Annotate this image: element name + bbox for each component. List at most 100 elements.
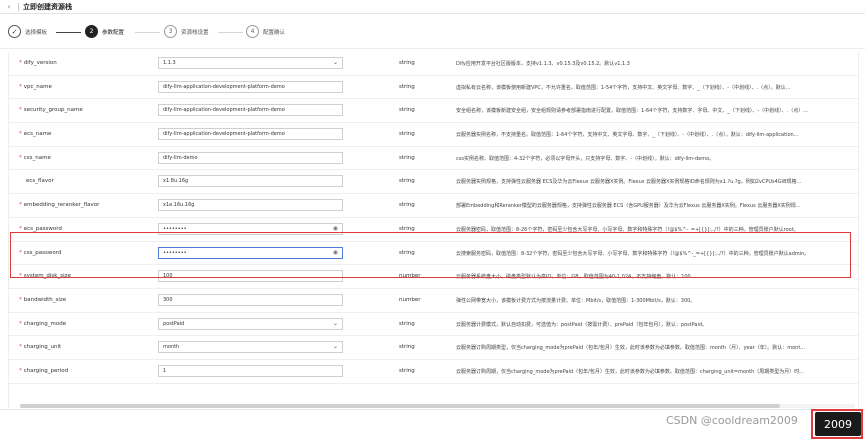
param-name-text: ecs_password	[23, 225, 62, 232]
param-name: * css_password	[19, 250, 61, 256]
param-row-charging-mode: * charging_mode postPaid ⌄ string 云服务器计费模式，默认…	[9, 313, 858, 337]
required-asterisk: *	[19, 367, 22, 374]
chevron-down-icon[interactable]: ⌄	[333, 319, 338, 329]
param-name: * bandwidth_size	[19, 297, 66, 303]
required-asterisk: *	[19, 131, 22, 138]
param-input[interactable]: 1	[158, 364, 343, 377]
param-input[interactable]: dify-llm-application-development-platfor…	[158, 128, 343, 141]
param-name-text: system_disk_size	[23, 273, 71, 280]
param-type: string	[399, 131, 415, 138]
param-name: * ecs_name	[19, 131, 51, 137]
step-confirm[interactable]: 4 配置确认	[246, 25, 285, 38]
param-type: string	[399, 249, 415, 256]
horizontal-scrollbar[interactable]	[20, 404, 855, 408]
required-asterisk: *	[19, 320, 22, 327]
param-input[interactable]: dify-llm-application-development-platfor…	[158, 80, 343, 93]
param-value: dify-llm-application-development-platfor…	[163, 107, 285, 114]
param-value: x1.8u.16g	[163, 178, 189, 185]
param-value: ••••••••	[163, 225, 187, 232]
param-input[interactable]: x1e.16u.16g	[158, 199, 343, 212]
param-password-input[interactable]: •••••••• ◉	[158, 222, 343, 235]
step-label: 资源栈设置	[181, 29, 209, 36]
param-type: string	[399, 83, 415, 90]
required-asterisk: *	[19, 225, 22, 232]
param-name-text: dify_version	[23, 60, 57, 66]
param-name-text: vpc_name	[23, 83, 52, 90]
step-label: 选择模板	[25, 29, 48, 36]
param-value: x1e.16u.16g	[163, 202, 195, 209]
parameter-table: * dify_version 1.1.3 ⌄ string Dify应用开发平台社区版版本…	[8, 52, 859, 408]
required-asterisk: *	[19, 249, 22, 256]
param-name-text: ecs_name	[23, 131, 52, 138]
param-name: * embedding_reranker_flavor	[19, 202, 99, 208]
param-description: 虚拟私有云名称，该模板使用新建VPC，不允许重名。取值范围：1-54个字符，支持…	[456, 84, 791, 91]
param-type: string	[399, 367, 415, 374]
param-type: string	[399, 202, 415, 209]
step-select-template[interactable]: ✓ 选择模板	[8, 25, 47, 38]
param-select[interactable]: postPaid ⌄	[158, 317, 343, 330]
step-label: 配置确认	[263, 29, 286, 36]
param-row-charging-period: * charging_period 1 string 云服务器订购周期，仅当chargi…	[9, 360, 858, 384]
required-asterisk: *	[19, 296, 22, 303]
param-name-text: css_password	[23, 249, 62, 256]
param-row-vpc-name: * vpc_name dify-llm-application-developmen…	[9, 76, 858, 100]
param-input[interactable]: dify-llm-demo	[158, 151, 343, 164]
param-name: * css_name	[19, 155, 51, 161]
divider	[18, 2, 19, 11]
step-param-config[interactable]: 2 参数配置	[85, 25, 124, 38]
param-description: 云服务器计费模式，默认自动扣费，可选值为：postPaid（按需计费）、preP…	[456, 321, 708, 328]
param-description: 云搜索服务密码，取值范围：8-32个字符，密码至少包含大写字母、小写字母、数字和…	[456, 250, 810, 257]
required-asterisk: *	[19, 273, 22, 280]
step-number: 3	[164, 25, 177, 38]
param-row-charging-unit: * charging_unit month ⌄ string 云服务器订购周期类型，仅当c…	[9, 336, 858, 360]
watermark: CSDN @cooldream2009	[666, 414, 798, 427]
step-connector	[56, 31, 81, 33]
chevron-down-icon[interactable]: ⌄	[333, 342, 338, 352]
param-name: * security_group_name	[19, 107, 83, 113]
param-name: * dify_version	[19, 60, 57, 66]
param-name: * charging_mode	[19, 321, 66, 327]
required-asterisk: *	[19, 202, 22, 209]
param-select[interactable]: 1.1.3 ⌄	[158, 57, 343, 69]
required-asterisk: *	[19, 60, 22, 66]
param-name: * charging_period	[19, 368, 68, 374]
eye-icon[interactable]: ◉	[333, 248, 338, 258]
eye-icon[interactable]: ◉	[333, 224, 338, 234]
step-connector	[135, 31, 160, 33]
param-value: postPaid	[163, 320, 185, 327]
required-asterisk: *	[19, 344, 22, 351]
param-input[interactable]: x1.8u.16g	[158, 175, 343, 188]
param-name-text: embedding_reranker_flavor	[23, 202, 100, 209]
param-input[interactable]: 100	[158, 270, 343, 283]
param-value: dify-llm-application-development-platfor…	[163, 131, 285, 138]
param-value: ••••••••	[163, 249, 187, 256]
step-stack-settings[interactable]: 3 资源栈设置	[164, 25, 209, 38]
param-value: 100	[163, 273, 173, 280]
param-value: dify-llm-application-development-platfor…	[163, 83, 285, 90]
param-input[interactable]: 300	[158, 293, 343, 306]
param-description: 安全组名称，该模板新建安全组，安全组规则请参考部署指南进行配置。取值范围：1-6…	[456, 108, 809, 115]
top-bar: ‹ 立即创建资源栈	[0, 0, 865, 14]
chevron-down-icon[interactable]: ⌄	[333, 58, 338, 68]
param-input[interactable]: dify-llm-application-development-platfor…	[158, 104, 343, 117]
page-title: 立即创建资源栈	[23, 2, 72, 11]
param-description: css实例名称。取值范围：4-32个字符，必须以字母开头，只支持字母、数字、-（…	[456, 155, 715, 162]
param-value: 1.1.3	[163, 60, 176, 66]
param-description: 云服务器实例名称，不支持重名。取值范围：1-64个字符，支持中文、英文字母、数字…	[456, 132, 799, 139]
param-description: 云服务器实例规格，支持弹性云服务器 ECS及华为云Flexus 云服务器X实例。…	[456, 179, 802, 186]
param-description: 部署Embedding和Reranker模型的云服务器规格，支持弹性云服务器 E…	[456, 203, 801, 210]
step-indicator: ✓ 选择模板 2 参数配置 3 资源栈设置 4 配置确认	[0, 16, 865, 49]
param-description: 云服务器订购周期，仅当charging_mode为prePaid（包年/包月）生…	[456, 368, 805, 375]
param-password-input[interactable]: •••••••• ◉	[158, 246, 343, 259]
next-button[interactable]: 2009	[815, 412, 861, 436]
param-name-text: charging_mode	[23, 320, 67, 327]
param-description: 云服务器订购周期类型，仅当charging_mode为prePaid（包年/包月…	[456, 345, 806, 352]
param-row-dify-version: * dify_version 1.1.3 ⌄ string Dify应用开发平台社区版版本…	[9, 52, 858, 76]
param-select[interactable]: month ⌄	[158, 341, 343, 354]
back-arrow-icon[interactable]: ‹	[4, 3, 14, 11]
param-row-css-name: * css_name dify-llm-demo string css实例名称。取值范围…	[9, 147, 858, 171]
scrollbar-thumb[interactable]	[20, 404, 780, 408]
required-asterisk: *	[19, 107, 22, 114]
param-description: 云服务器密码，取值范围：8-26个字符，密码至少包含大写字母、小写字母、数字和特…	[456, 226, 799, 233]
param-type: string	[399, 225, 415, 232]
